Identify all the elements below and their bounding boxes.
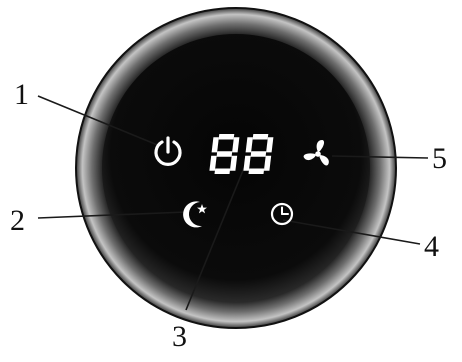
led-segment-2-d: [248, 168, 265, 174]
callout-number-3: 3: [172, 320, 187, 353]
led-segment-1-g: [216, 151, 233, 157]
callout-number-2: 2: [10, 204, 25, 237]
callout-number-1: 1: [14, 78, 29, 111]
panel-face: [102, 34, 370, 302]
led-segment-2-a: [252, 134, 269, 140]
led-segment-1-a: [218, 134, 235, 140]
callout-number-5: 5: [432, 142, 447, 175]
led-segment-1-d: [214, 168, 231, 174]
callout-number-4: 4: [424, 230, 439, 263]
control-panel-diagram: 1 2 3 4 5 88: [10, 7, 447, 353]
led-segment-2-g: [250, 151, 267, 157]
